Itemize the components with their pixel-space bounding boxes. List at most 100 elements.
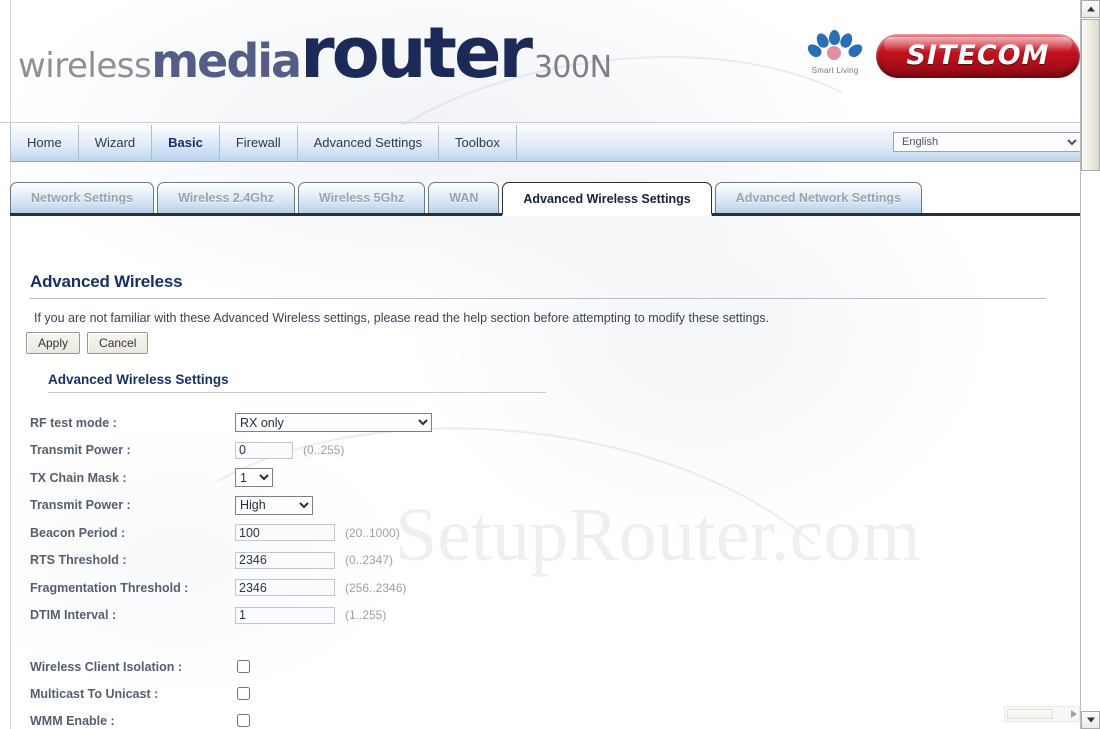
wmm-enable-checkbox[interactable] — [237, 714, 250, 727]
section-title: Advanced Wireless Settings — [48, 372, 229, 387]
form-row: Beacon Period : (20..1000) — [30, 519, 590, 547]
subtab-wan[interactable]: WAN — [428, 182, 500, 213]
field-label: TX Chain Mask : — [30, 470, 127, 485]
rf-test-mode-select[interactable]: RX only — [235, 413, 432, 433]
cancel-button[interactable]: Cancel — [87, 332, 149, 354]
form-field-rows: RF test mode : RX only Transmit Power : (0.… — [30, 409, 590, 629]
nav-item-firewall[interactable]: Firewall — [220, 125, 298, 161]
form-row: TX Chain Mask : 1 — [30, 464, 590, 492]
field-range-hint: (256..2346) — [345, 580, 407, 595]
form-row: RTS Threshold : (0..2347) — [30, 547, 590, 575]
horizontal-scrollbar[interactable] — [1004, 706, 1080, 722]
field-label: Fragmentation Threshold : — [30, 580, 189, 595]
field-label: RF test mode : — [30, 415, 117, 430]
field-range-hint: (1..255) — [345, 608, 387, 623]
nav-item-label: Advanced Settings — [313, 135, 423, 150]
checkbox-label: Wireless Client Isolation : — [30, 659, 183, 674]
vertical-scrollbar-thumb[interactable] — [1081, 19, 1100, 171]
nav-item-label: Basic — [168, 135, 203, 150]
vertical-scrollbar[interactable] — [1080, 0, 1100, 729]
field-control: (1..255) — [235, 606, 387, 624]
logo-word-media: media — [151, 34, 302, 88]
checkbox-control — [235, 687, 250, 700]
form-row: RF test mode : RX only — [30, 409, 590, 437]
smart-living-label: Smart Living — [811, 66, 859, 75]
advanced-wireless-form: RF test mode : RX only Transmit Power : (0.… — [30, 409, 590, 729]
page-title: Advanced Wireless — [30, 272, 183, 291]
flower-petals-icon — [805, 30, 865, 64]
wireless-client-isolation-checkbox[interactable] — [237, 660, 250, 673]
nav-item-advanced-settings[interactable]: Advanced Settings — [298, 125, 440, 161]
fragmentation-threshold-input[interactable] — [235, 579, 335, 597]
checkbox-control — [235, 660, 250, 673]
multicast-to-unicast-checkbox[interactable] — [237, 687, 250, 700]
page-description: If you are not familiar with these Advan… — [34, 311, 770, 325]
nav-item-toolbox[interactable]: Toolbox — [439, 125, 517, 161]
subtab-network-settings[interactable]: Network Settings — [10, 182, 155, 213]
scroll-up-button[interactable] — [1081, 0, 1100, 18]
smart-living-logo: Smart Living — [795, 30, 875, 75]
section-header-block: Advanced Wireless Settings — [48, 372, 546, 393]
field-label: Beacon Period : — [30, 525, 126, 540]
logo-word-wireless: wireless — [18, 46, 152, 86]
apply-button[interactable]: Apply — [26, 332, 81, 354]
sub-tab-bar: Network Settings Wireless 2.4Ghz Wireless … — [10, 182, 1080, 216]
caret-right-icon[interactable] — [1071, 710, 1077, 718]
logo-word-router: router — [300, 12, 533, 94]
field-control: High — [235, 495, 313, 515]
nav-item-label: Toolbox — [455, 135, 500, 150]
horizontal-scrollbar-thumb[interactable] — [1007, 709, 1053, 719]
checkbox-label: WMM Enable : — [30, 713, 115, 728]
rts-threshold-input[interactable] — [235, 551, 335, 569]
page-title-block: Advanced Wireless — [30, 272, 1046, 299]
subtab-advanced-network-settings[interactable]: Advanced Network Settings — [714, 182, 923, 213]
main-nav-items: Home Wizard Basic Firewall Advanced Settings… — [10, 125, 517, 161]
nav-item-label: Wizard — [94, 135, 136, 150]
language-selector-wrap: English — [893, 132, 1080, 152]
nav-item-label: Firewall — [235, 135, 281, 150]
subtab-wireless-2-4ghz[interactable]: Wireless 2.4Ghz — [157, 182, 295, 213]
form-checkbox-row: Multicast To Unicast : — [30, 680, 590, 707]
logo-model-number: 300N — [533, 50, 612, 85]
scroll-down-button[interactable] — [1081, 711, 1100, 729]
field-control: (0..255) — [235, 441, 345, 459]
tx-chain-mask-select[interactable]: 1 — [235, 468, 273, 488]
subtab-wireless-5ghz[interactable]: Wireless 5Ghz — [297, 182, 426, 213]
beacon-period-input[interactable] — [235, 524, 335, 542]
transmit-power-select[interactable]: High — [235, 495, 313, 515]
form-row: Transmit Power : High — [30, 492, 590, 520]
caret-up-icon — [1086, 6, 1095, 12]
nav-item-home[interactable]: Home — [10, 125, 79, 161]
field-control: (256..2346) — [235, 579, 407, 597]
subtab-label: Wireless 2.4Ghz — [178, 191, 274, 205]
router-admin-page: wirelessmediarouter 300N Smart Living SI… — [0, 0, 1080, 729]
form-row: Fragmentation Threshold : (256..2346) — [30, 574, 590, 602]
field-range-hint: (0..255) — [303, 443, 345, 458]
subtab-label: Wireless 5Ghz — [318, 191, 405, 205]
form-checkbox-row: WMM Enable : — [30, 707, 590, 729]
field-label: Transmit Power : — [30, 498, 131, 513]
caret-down-icon — [1086, 717, 1095, 723]
form-action-buttons: Apply Cancel — [26, 332, 155, 354]
field-range-hint: (20..1000) — [345, 525, 400, 540]
form-checkbox-rows: Wireless Client Isolation : Multicast To … — [30, 653, 590, 729]
product-logo: wirelessmediarouter 300N — [18, 18, 612, 88]
field-label: RTS Threshold : — [30, 553, 127, 568]
sub-tab-items: Network Settings Wireless 2.4Ghz Wireless … — [10, 182, 925, 216]
field-range-hint: (0..2347) — [345, 553, 394, 568]
transmit-power-input[interactable] — [235, 441, 293, 459]
subtab-label: Advanced Network Settings — [735, 191, 902, 205]
subtab-label: WAN — [449, 191, 479, 205]
form-row: Transmit Power : (0..255) — [30, 437, 590, 465]
subtab-advanced-wireless-settings[interactable]: Advanced Wireless Settings — [502, 182, 712, 216]
field-control: RX only — [235, 413, 432, 433]
sitecom-brand-logo: SITECOM — [876, 34, 1080, 78]
nav-item-basic[interactable]: Basic — [152, 125, 220, 161]
language-select[interactable]: English — [893, 132, 1080, 152]
dtim-interval-input[interactable] — [235, 606, 335, 624]
checkbox-control — [235, 714, 250, 727]
section-divider — [48, 392, 546, 393]
nav-item-wizard[interactable]: Wizard — [79, 125, 153, 161]
field-control: (0..2347) — [235, 551, 394, 569]
page-header: wirelessmediarouter 300N Smart Living SI… — [0, 0, 1080, 123]
